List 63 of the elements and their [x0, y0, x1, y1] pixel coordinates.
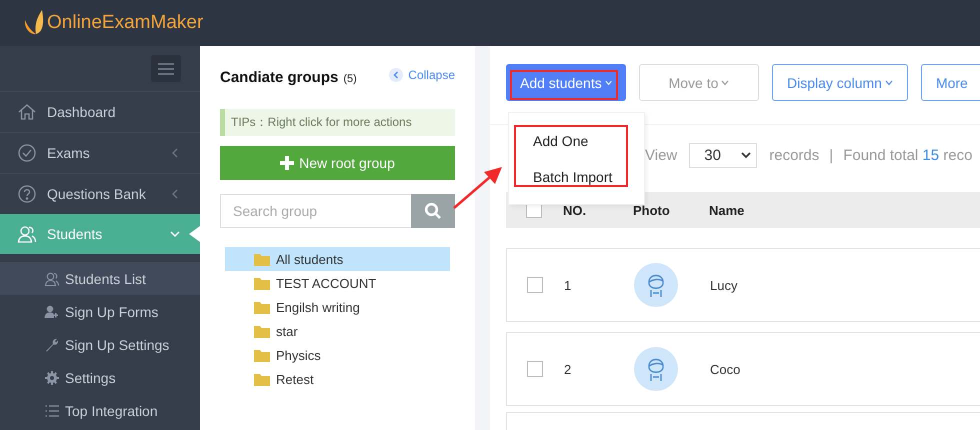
page-size-select[interactable]: 30 [689, 142, 758, 168]
table-cell: Coco [710, 362, 740, 376]
total-count-text: Found total 15 reco [843, 146, 972, 164]
avatar-icon [634, 263, 678, 307]
column-header: Name [709, 202, 744, 218]
menu-icon [158, 62, 174, 74]
selection-pointer [189, 226, 200, 242]
list-icon [44, 402, 60, 418]
plus-icon [280, 156, 294, 170]
panel-title: Candiate groups [220, 69, 338, 86]
menu-item[interactable]: Batch Import [509, 159, 644, 195]
folder-icon [254, 300, 270, 314]
folder-icon [254, 324, 270, 338]
group-count: (5) [343, 73, 357, 85]
submenu-item[interactable]: Top Integration [0, 394, 200, 427]
question-icon [17, 184, 37, 204]
tree-item[interactable]: star [225, 319, 450, 343]
add-user-icon [44, 304, 60, 320]
tip-banner: TIPs：Right click for more actions [220, 109, 455, 136]
submenu-item[interactable]: Sign Up Forms [0, 295, 200, 328]
table-cell: Lucy [710, 278, 738, 292]
folder-icon [254, 252, 270, 266]
wrench-icon [44, 336, 60, 352]
folder-icon [254, 276, 270, 290]
submenu-item[interactable]: Sign Up Settings [0, 328, 200, 361]
search-field[interactable]: Search group [220, 194, 411, 228]
chevron-left-icon [389, 68, 404, 82]
folder-icon [254, 348, 270, 362]
avatar-icon [634, 347, 678, 391]
sidebar-item[interactable]: Exams [0, 132, 200, 173]
people-icon [44, 270, 60, 286]
tree-item[interactable]: Physics [225, 343, 450, 367]
tree-item[interactable]: Engilsh writing [225, 295, 450, 319]
menu-item[interactable]: Add One [509, 123, 644, 159]
submenu-item[interactable]: Settings [0, 361, 200, 394]
table-cell-text: 2 [564, 362, 572, 376]
submenu-item[interactable]: Students List [0, 262, 200, 295]
checkbox[interactable] [527, 361, 543, 377]
gear-icon [44, 370, 60, 386]
people-icon [17, 224, 37, 244]
tree-item[interactable]: Retest [225, 367, 450, 391]
view-label: View [645, 146, 678, 164]
checkbox[interactable] [527, 277, 543, 293]
tree-item[interactable]: All students [225, 247, 450, 271]
brand-name: OnlineExamMaker [47, 12, 204, 34]
column-header: NO. [563, 202, 588, 218]
folder-icon [254, 372, 270, 386]
caret-down-icon [721, 80, 730, 86]
caret-down-icon [741, 152, 752, 158]
check-circle-icon [17, 143, 37, 163]
home-icon [17, 102, 37, 122]
table-cell-text: 1 [564, 278, 572, 292]
search-icon [424, 202, 442, 220]
column-header: Photo [633, 202, 671, 218]
sidebar-item[interactable]: Dashboard [0, 91, 200, 132]
records-label: records [769, 146, 820, 164]
caret-down-icon [604, 80, 612, 86]
tree-item[interactable]: TEST ACCOUNT [225, 271, 450, 295]
search-button[interactable] [411, 194, 455, 228]
arrow [452, 164, 504, 212]
separator: | [829, 146, 834, 164]
menu-button[interactable] [151, 55, 181, 82]
caret-down-icon [884, 80, 893, 86]
